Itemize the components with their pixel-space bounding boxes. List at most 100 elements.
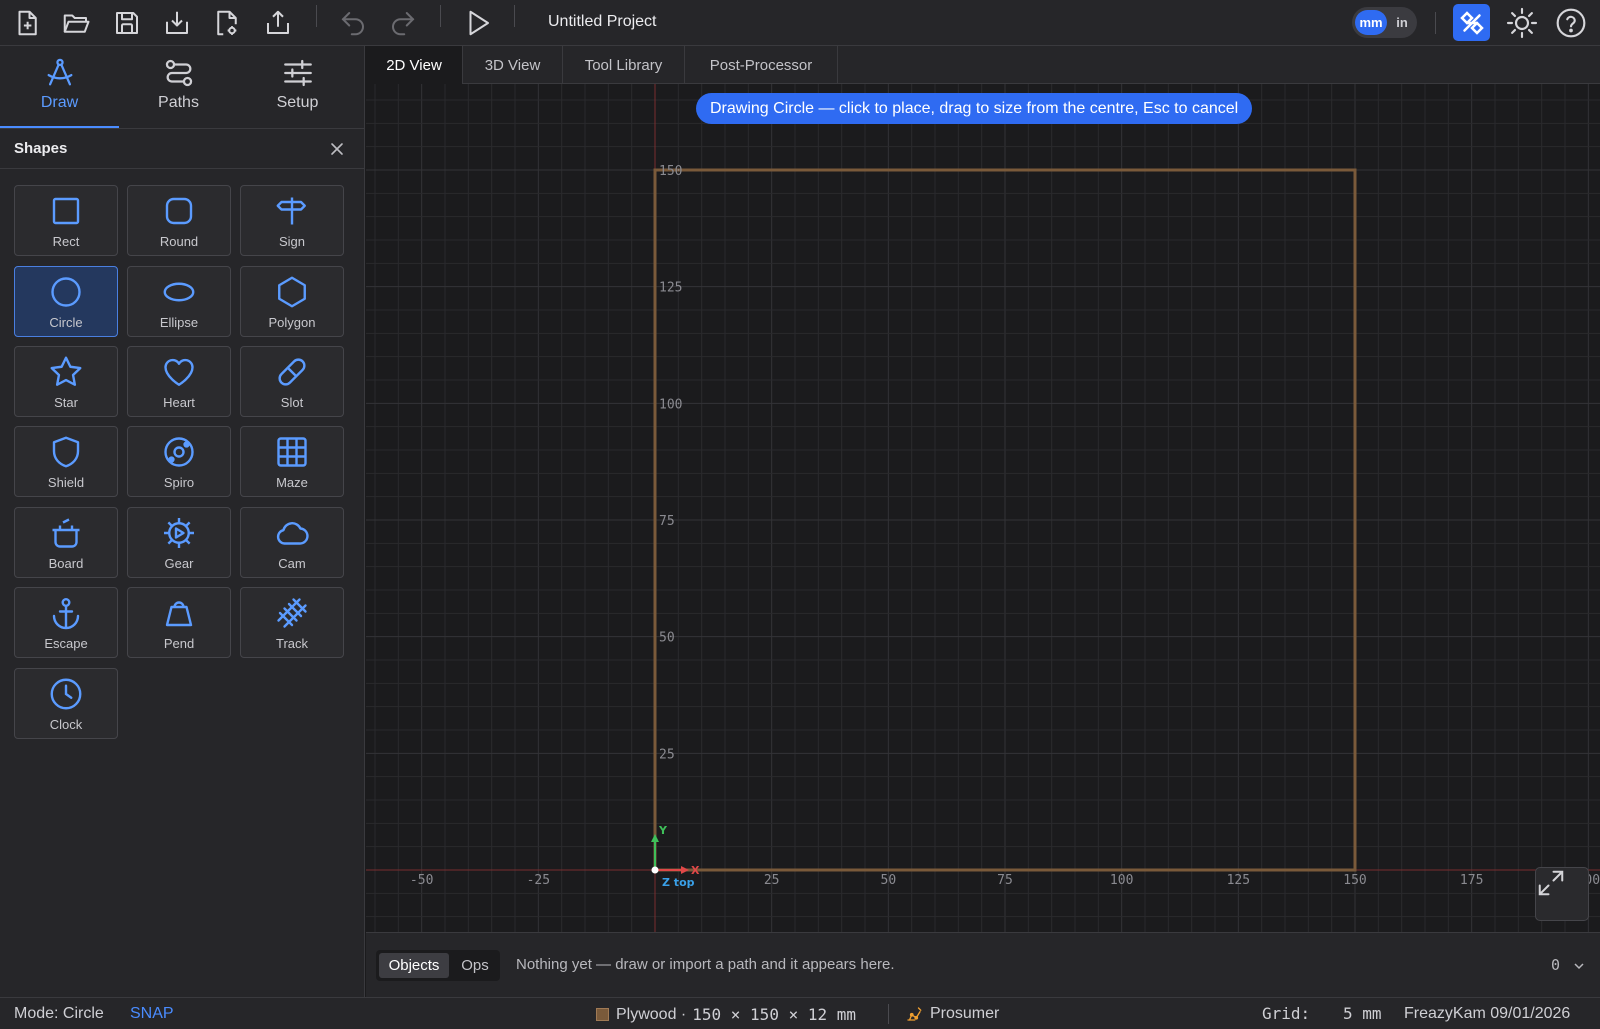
brand-icon[interactable] (1453, 4, 1490, 41)
signpost-icon (276, 197, 306, 225)
cloud-cam-icon (276, 522, 309, 545)
shape-label: Pend (163, 636, 195, 651)
y-tick-label: 25 (659, 747, 675, 762)
shape-cam[interactable]: Cam (240, 507, 344, 578)
tab-ops[interactable]: Ops (452, 953, 498, 978)
shape-label: Spiro (163, 475, 195, 490)
shape-slot[interactable]: Slot (240, 346, 344, 417)
shape-shield[interactable]: Shield (14, 426, 118, 497)
shape-board[interactable]: Board (14, 507, 118, 578)
shapes-panel-header: Shapes (0, 129, 365, 169)
tab-2d-view[interactable]: 2D View (366, 46, 463, 84)
grid-size[interactable]: 5 mm (1343, 1004, 1382, 1023)
y-tick-label: 150 (659, 164, 682, 179)
shape-label: Heart (163, 395, 195, 410)
tab-setup[interactable]: Setup (238, 46, 357, 128)
drawing-canvas[interactable]: -50-252550751001251501752001501251007550… (366, 84, 1600, 932)
x-gizmo-arrow (681, 866, 689, 874)
shape-label: Ellipse (159, 315, 199, 330)
shape-heart[interactable]: Heart (127, 346, 231, 417)
z-axis-label: Z top (662, 876, 695, 889)
stock-info[interactable]: Plywood · 150 × 150 × 12 mm (596, 1005, 856, 1024)
save-icon[interactable] (108, 4, 146, 42)
material-swatch (596, 1008, 609, 1021)
tab-draw-label: Draw (40, 94, 79, 111)
project-title[interactable]: Untitled Project (548, 13, 657, 31)
y-gizmo-arrow (651, 834, 659, 842)
tab-paths-label: Paths (158, 94, 199, 111)
view-tabs: 2D View 3D View Tool Library Post-Proces… (366, 46, 1600, 84)
unit-mm-option[interactable]: mm (1355, 10, 1387, 35)
rect-icon (52, 197, 80, 225)
heart-icon (164, 358, 194, 386)
redo-icon[interactable] (384, 4, 422, 42)
fit-view-icon[interactable] (1535, 867, 1589, 921)
y-axis-label: Y (658, 824, 668, 837)
shape-label: Circle (49, 315, 83, 330)
export-icon[interactable] (259, 4, 297, 42)
track-icon (277, 598, 307, 628)
star-icon (50, 356, 82, 386)
sliders-icon (283, 59, 312, 87)
shape-polygon[interactable]: Polygon (240, 266, 344, 337)
shape-sign[interactable]: Sign (240, 185, 344, 256)
file-settings-icon[interactable] (208, 4, 246, 42)
tab-draw[interactable]: Draw (0, 46, 119, 128)
shape-circle[interactable]: Circle (14, 266, 118, 337)
shape-track[interactable]: Track (240, 587, 344, 658)
shape-round[interactable]: Round (127, 185, 231, 256)
objects-count: 0 (1551, 956, 1561, 974)
open-folder-icon[interactable] (57, 4, 95, 42)
spiro-icon (164, 437, 194, 467)
shapes-panel-title: Shapes (14, 140, 68, 157)
help-icon[interactable] (1552, 4, 1590, 42)
objects-ops-switch: Objects Ops (376, 950, 500, 981)
shape-label: Escape (44, 636, 88, 651)
shape-clock[interactable]: Clock (14, 668, 118, 739)
machine-icon (907, 1007, 922, 1021)
units-toggle[interactable]: mm in (1352, 7, 1417, 38)
shape-label: Cam (278, 556, 306, 571)
shape-label: Slot (280, 395, 304, 410)
undo-icon[interactable] (334, 4, 372, 42)
shape-pend[interactable]: Pend (127, 587, 231, 658)
credit-text: FreazyKam 09/01/2026 (1404, 1005, 1571, 1022)
close-icon[interactable] (326, 138, 348, 160)
shape-ellipse[interactable]: Ellipse (127, 266, 231, 337)
shape-gear[interactable]: Gear (127, 507, 231, 578)
shape-label: Board (48, 556, 84, 571)
shape-escape[interactable]: Escape (14, 587, 118, 658)
shape-label: Star (54, 395, 78, 410)
tab-3d-view[interactable]: 3D View (463, 46, 563, 84)
anchor-icon (52, 597, 80, 630)
maze-icon (277, 437, 307, 467)
tab-paths[interactable]: Paths (119, 46, 238, 128)
shape-label: Maze (276, 475, 308, 490)
shape-star[interactable]: Star (14, 346, 118, 417)
tab-post-processor[interactable]: Post-Processor (685, 46, 838, 84)
x-tick-label: -50 (410, 873, 433, 888)
machine-profile[interactable]: Prosumer (904, 1005, 999, 1023)
run-simulation-icon[interactable] (459, 4, 497, 42)
unit-in-option[interactable]: in (1390, 10, 1414, 35)
x-tick-label: 100 (1110, 873, 1133, 888)
shape-rect[interactable]: Rect (14, 185, 118, 256)
gear-icon (164, 518, 194, 548)
x-tick-label: -25 (527, 873, 550, 888)
shape-spiro[interactable]: Spiro (127, 426, 231, 497)
tab-tool-library[interactable]: Tool Library (563, 46, 685, 84)
shape-maze[interactable]: Maze (240, 426, 344, 497)
mode-status: Mode: Circle (14, 1005, 104, 1022)
theme-sun-icon[interactable] (1503, 4, 1541, 42)
snap-toggle[interactable]: SNAP (130, 1005, 174, 1023)
tab-objects[interactable]: Objects (379, 953, 449, 978)
machine-name: Prosumer (930, 1005, 1000, 1022)
new-project-icon[interactable] (8, 4, 46, 42)
x-tick-label: 50 (881, 873, 897, 888)
download-icon[interactable] (158, 4, 196, 42)
shield-icon (52, 436, 80, 468)
chevron-down-icon[interactable] (1573, 958, 1585, 976)
shape-label: Sign (278, 234, 306, 249)
canvas-grid[interactable]: -50-252550751001251501752001501251007550… (366, 84, 1600, 932)
x-tick-label: 175 (1460, 873, 1483, 888)
